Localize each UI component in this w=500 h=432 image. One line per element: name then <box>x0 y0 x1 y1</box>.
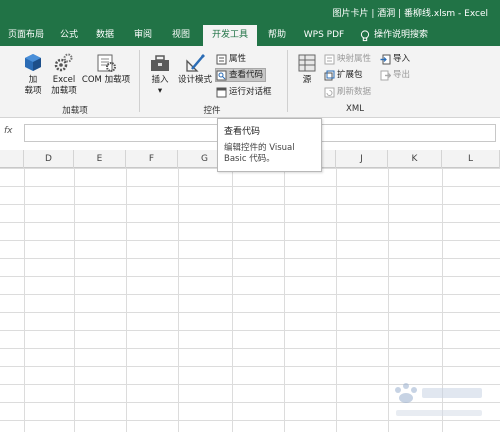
refresh-data-button[interactable]: 刷新数据 <box>324 85 371 99</box>
refresh-data-icon <box>324 87 335 97</box>
column-header[interactable]: L <box>442 150 500 168</box>
column-gridline <box>284 168 285 432</box>
ribbon-tab-row: 页面布局 公式 数据 审阅 视图 开发工具 帮助 WPS PDF 操作说明搜索 <box>0 25 500 47</box>
column-gridline <box>336 168 337 432</box>
window-title: 图片卡片 | 酒洞 | 番柳线.xlsm - Excel <box>332 9 488 19</box>
column-header[interactable]: E <box>74 150 126 168</box>
column-gridline <box>178 168 179 432</box>
expansion-packs-button[interactable]: 扩展包 <box>324 68 363 82</box>
com-addin-icon <box>97 54 116 72</box>
view-code-icon <box>216 70 227 80</box>
map-properties-button[interactable]: 映射属性 <box>324 52 371 66</box>
group-label-addins: 加载项 <box>62 106 88 116</box>
column-gridline <box>74 168 75 432</box>
tooltip-title: 查看代码 <box>224 127 261 137</box>
properties-icon <box>216 54 227 64</box>
tab-formulas[interactable]: 公式 <box>54 25 84 46</box>
xml-source-button[interactable]: 源 <box>294 52 320 86</box>
tab-developer[interactable]: 开发工具 <box>203 25 257 47</box>
ruler-pencil-icon <box>186 54 205 72</box>
group-divider <box>287 50 288 112</box>
column-header[interactable]: D <box>24 150 74 168</box>
run-dialog-button[interactable]: 运行对话框 <box>216 85 272 99</box>
tell-me-label: 操作说明搜索 <box>374 30 429 40</box>
ribbon: 加 载项 Excel 加载项 COM 加载项 加载项 插入 ▾ 设计模式 属性 … <box>0 46 500 118</box>
tooltip-description: 编辑控件的 Visual Basic 代码。 <box>224 143 295 164</box>
column-gridline <box>126 168 127 432</box>
gear-icon <box>54 53 73 72</box>
export-icon <box>380 70 391 80</box>
group-divider <box>139 50 140 112</box>
properties-button[interactable]: 属性 <box>216 52 246 66</box>
view-code-tooltip: 查看代码 编辑控件的 Visual Basic 代码。 <box>217 118 322 172</box>
insert-control-button[interactable]: 插入 ▾ <box>146 52 174 97</box>
tab-page-layout[interactable]: 页面布局 <box>2 25 50 46</box>
map-properties-icon <box>324 54 335 64</box>
run-dialog-icon <box>216 87 227 97</box>
group-label-controls: 控件 <box>203 106 221 116</box>
xml-source-icon <box>298 54 316 72</box>
tab-data[interactable]: 数据 <box>90 25 120 46</box>
import-button[interactable]: 导入 <box>380 52 410 66</box>
tab-help[interactable]: 帮助 <box>262 25 292 46</box>
addins-button[interactable]: 加 载项 <box>18 52 48 97</box>
insert-function-button[interactable]: fx <box>4 126 20 140</box>
title-bar: 图片卡片 | 酒洞 | 番柳线.xlsm - Excel <box>0 0 500 25</box>
view-code-button[interactable]: 查看代码 <box>215 68 267 82</box>
tell-me-search[interactable]: 操作说明搜索 <box>360 25 470 46</box>
baidu-watermark-logo <box>395 383 482 416</box>
toolbox-icon <box>151 55 169 71</box>
lightbulb-icon <box>360 29 370 41</box>
expansion-pack-icon <box>324 70 335 80</box>
tab-review[interactable]: 审阅 <box>128 25 158 46</box>
import-icon <box>380 54 391 64</box>
design-mode-button[interactable]: 设计模式 <box>176 52 214 86</box>
select-all-corner[interactable] <box>0 150 24 168</box>
tab-wps-pdf[interactable]: WPS PDF <box>298 25 350 46</box>
tab-view[interactable]: 视图 <box>166 25 196 46</box>
export-button[interactable]: 导出 <box>380 68 410 82</box>
column-header[interactable]: F <box>126 150 178 168</box>
column-gridline <box>232 168 233 432</box>
excel-addins-button[interactable]: Excel 加载项 <box>48 52 80 97</box>
column-header[interactable]: J <box>336 150 388 168</box>
addin-cube-icon <box>25 54 41 71</box>
column-header[interactable]: K <box>388 150 442 168</box>
com-addins-button[interactable]: COM 加载项 <box>80 52 132 86</box>
group-label-xml: XML <box>346 104 364 114</box>
